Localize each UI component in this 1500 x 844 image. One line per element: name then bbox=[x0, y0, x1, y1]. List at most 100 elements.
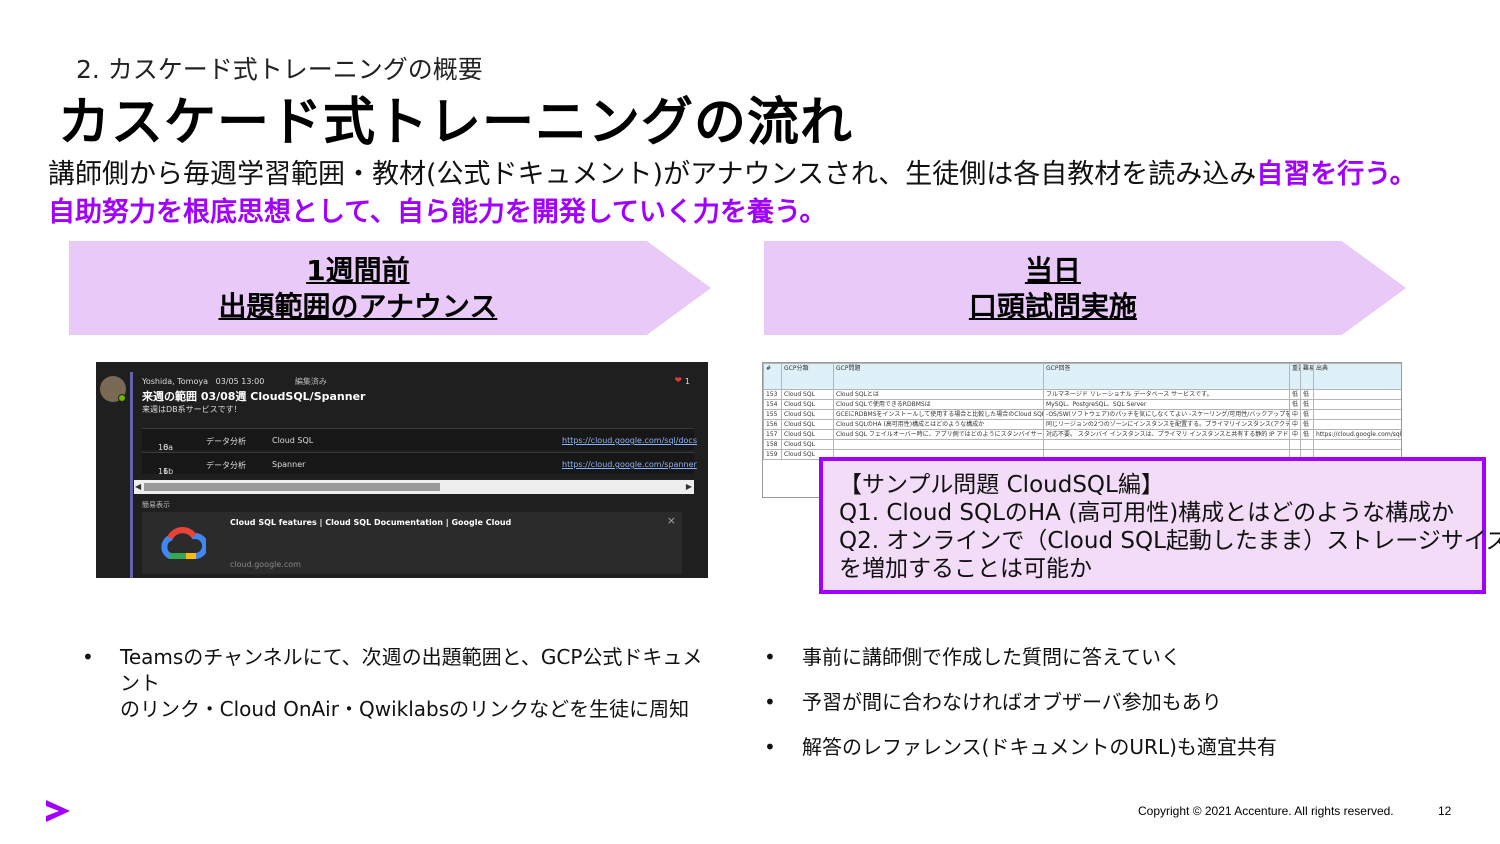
table-cell[interactable]: 153 bbox=[763, 389, 782, 400]
intro-text: 講師側から毎週学習範囲・教材(公式ドキュメント)がアナウンスされ、生徒側は各自教… bbox=[48, 156, 1468, 232]
column-header[interactable]: GCP問題 bbox=[833, 363, 1044, 390]
table-cell[interactable]: 中 bbox=[1289, 429, 1301, 440]
table-cell[interactable]: 157 bbox=[763, 429, 782, 440]
reaction-count: 1 bbox=[684, 377, 690, 386]
column-header[interactable]: 難易度 bbox=[1300, 363, 1314, 390]
table-cell[interactable]: 158 bbox=[763, 439, 782, 450]
table-cell[interactable]: Cloud SQLで使用できるRDBMSは bbox=[833, 399, 1044, 410]
callout-line: Q1. Cloud SQLのHA (高可用性)構成とはどのような構成か bbox=[839, 500, 1455, 526]
step-before-line2: 出題範囲のアナウンス bbox=[218, 290, 498, 323]
step-day-line2: 口頭試問実施 bbox=[968, 290, 1137, 323]
page-number: 12 bbox=[1438, 804, 1452, 818]
table-cell[interactable] bbox=[1313, 389, 1401, 400]
scroll-right-icon[interactable]: ▶ bbox=[686, 482, 692, 491]
table-cell[interactable]: 低 bbox=[1300, 429, 1314, 440]
row-link[interactable]: https://cloud.google.com/spanner bbox=[562, 460, 697, 469]
thread-bar bbox=[130, 372, 133, 578]
message-time: 03/05 13:00 bbox=[215, 377, 265, 386]
row-category: データ分析 bbox=[206, 461, 246, 470]
table-cell[interactable]: 154 bbox=[763, 399, 782, 410]
table-cell[interactable]: 155 bbox=[763, 409, 782, 420]
table-cell[interactable]: Cloud SQL bbox=[781, 439, 834, 450]
table-cell[interactable]: -OS/SW(ソフトウェア)のパッチを気にしなくてよい -スケーリング/可用性/… bbox=[1043, 409, 1290, 420]
table-cell[interactable]: Cloud SQL bbox=[781, 389, 834, 400]
column-header[interactable]: 重要度 bbox=[1289, 363, 1301, 390]
column-header[interactable]: GCP回答 bbox=[1043, 363, 1290, 390]
sample-question-callout: 【サンプル問題 CloudSQL編】 Q1. Cloud SQLのHA (高可用… bbox=[819, 457, 1500, 594]
message-meta: Yoshida, Tomoya 03/05 13:00 編集済み bbox=[142, 376, 327, 387]
table-cell[interactable]: Cloud SQL bbox=[781, 409, 834, 420]
table-cell[interactable]: Cloud SQL フェイルオーバー時に、アプリ側ではどのようにスタンバイサーバ… bbox=[833, 429, 1044, 440]
column-header[interactable]: 出典 bbox=[1313, 363, 1401, 390]
accenture-logo-icon bbox=[46, 800, 70, 822]
scroll-left-icon[interactable]: ◀ bbox=[135, 482, 141, 491]
table-cell[interactable]: GCEにRDBMSをインストールして使用する場合と比較した場合のCloud SQ… bbox=[833, 409, 1044, 420]
table-cell[interactable]: MySQL、PostgreSQL、SQL Server bbox=[1043, 399, 1290, 410]
step-before-line1: 1週間前 bbox=[306, 254, 410, 287]
table-cell[interactable]: 低 bbox=[1300, 399, 1314, 410]
table-row: 153 Cloud SQL Cloud SQLとは フルマネージド リレーショナル デ… bbox=[763, 389, 1401, 400]
right-bullet-list: • 事前に講師側で作成した質問に答えていく • 予習が間に合わなければオブザーバ参加… bbox=[764, 644, 1444, 779]
table-cell[interactable] bbox=[1313, 419, 1401, 430]
bullet-icon: • bbox=[82, 645, 94, 669]
teams-screenshot: Yoshida, Tomoya 03/05 13:00 編集済み ❤ 1 来週の… bbox=[96, 362, 708, 578]
heart-icon[interactable]: ❤ bbox=[674, 376, 682, 386]
table-cell[interactable]: 低 bbox=[1289, 389, 1301, 400]
table-cell[interactable]: 中 bbox=[1289, 409, 1301, 420]
table-cell[interactable]: Cloud SQLとは bbox=[833, 389, 1044, 400]
bullet-line: Teamsのチャンネルにて、次週の出題範囲と、GCP公式ドキュメント bbox=[120, 645, 703, 695]
table-cell[interactable] bbox=[1300, 439, 1314, 450]
table-cell[interactable]: 中 bbox=[1289, 419, 1301, 430]
table-cell[interactable]: Cloud SQL bbox=[781, 419, 834, 430]
column-header[interactable]: GCP分類 bbox=[781, 363, 834, 390]
table-cell[interactable]: フルマネージド リレーショナル データベース サービスです。 bbox=[1043, 389, 1290, 400]
close-icon[interactable]: × bbox=[667, 514, 676, 527]
table-cell[interactable]: 低 bbox=[1300, 409, 1314, 420]
table-row: 156 Cloud SQL Cloud SQLのHA (高可用性)構成とはどのような… bbox=[763, 419, 1401, 430]
table-cell[interactable] bbox=[833, 439, 1044, 450]
table-cell[interactable]: 対応不要。 スタンバイ インスタンスは、プライマリ インスタンスと共有する静的 … bbox=[1043, 429, 1290, 440]
table-cell[interactable]: 同じリージョンの2つのゾーンにインスタンスを配置する。プライマリインスタンス(ア… bbox=[1043, 419, 1290, 430]
bullet-line: のリンク・Cloud OnAir・Qwiklabsのリンクなどを生徒に周知 bbox=[120, 697, 690, 721]
table-row: 157 Cloud SQL Cloud SQL フェイルオーバー時に、アプリ側ではど… bbox=[763, 429, 1401, 440]
table-cell[interactable] bbox=[1289, 439, 1301, 450]
table-cell[interactable] bbox=[1313, 439, 1401, 450]
page-title: カスケード式トレーニングの流れ bbox=[58, 93, 854, 153]
message-note: 来週はDB系サービスです！ bbox=[142, 405, 242, 414]
table-cell[interactable]: Cloud SQLのHA (高可用性)構成とはどのような構成か bbox=[833, 419, 1044, 430]
question-table: # GCP分類 GCP問題 GCP回答 重要度 難易度 出典 153Cloud … bbox=[763, 363, 1401, 460]
table-cell[interactable]: 低 bbox=[1300, 419, 1314, 430]
message-author: Yoshida, Tomoya bbox=[142, 377, 208, 386]
row-link[interactable]: https://cloud.google.com/sql/docs bbox=[562, 436, 697, 445]
list-item: • Teamsのチャンネルにて、次週の出題範囲と、GCP公式ドキュメント のリン… bbox=[82, 644, 722, 722]
row-no: 10 6a bbox=[158, 443, 174, 452]
table-cell[interactable]: Cloud SQL bbox=[781, 399, 834, 410]
list-item: • 解答のレファレンス(ドキュメントのURL)も適宜共有 bbox=[764, 734, 1444, 760]
table-cell[interactable]: https://cloud.google.com/sql/docs/mysql/… bbox=[1313, 429, 1401, 440]
table-cell[interactable]: Cloud SQL bbox=[781, 429, 834, 440]
bullet-text: 予習が間に合わなければオブザーバ参加もあり bbox=[802, 690, 1222, 714]
callout-line: を増加することは可能か bbox=[839, 556, 1092, 582]
table-row: 155 Cloud SQL GCEにRDBMSをインストールして使用する場合と比較し… bbox=[763, 409, 1401, 420]
table-cell[interactable] bbox=[1313, 409, 1401, 420]
table-cell[interactable] bbox=[1313, 399, 1401, 410]
left-bullet-list: • Teamsのチャンネルにて、次週の出題範囲と、GCP公式ドキュメント のリン… bbox=[82, 644, 722, 722]
callout-line: 【サンプル問題 CloudSQL編】 bbox=[839, 472, 1164, 498]
horizontal-scrollbar[interactable]: ◀ ▶ bbox=[134, 480, 694, 494]
table-cell[interactable]: 低 bbox=[1300, 389, 1314, 400]
bullet-text: 解答のレファレンス(ドキュメントのURL)も適宜共有 bbox=[802, 735, 1277, 759]
intro-plain: 講師側から毎週学習範囲・教材(公式ドキュメント)がアナウンスされ、生徒側は各自教… bbox=[48, 159, 1257, 190]
bullet-icon: • bbox=[764, 690, 776, 714]
table-cell[interactable]: 低 bbox=[1289, 399, 1301, 410]
table-cell[interactable]: 159 bbox=[763, 449, 782, 460]
table-row: 154 Cloud SQL Cloud SQLで使用できるRDBMSは MySQL、P… bbox=[763, 399, 1401, 410]
scrollbar-thumb[interactable] bbox=[144, 483, 440, 491]
table-cell[interactable] bbox=[1043, 439, 1290, 450]
bullet-icon: • bbox=[764, 735, 776, 759]
list-item: • 予習が間に合わなければオブザーバ参加もあり bbox=[764, 689, 1444, 715]
message-status: 編集済み bbox=[294, 377, 327, 386]
link-preview-card[interactable]: Cloud SQL features | Cloud SQL Documenta… bbox=[142, 512, 682, 574]
table-cell[interactable]: 156 bbox=[763, 419, 782, 430]
column-header[interactable]: # bbox=[763, 363, 782, 390]
bullet-icon: • bbox=[764, 645, 776, 669]
